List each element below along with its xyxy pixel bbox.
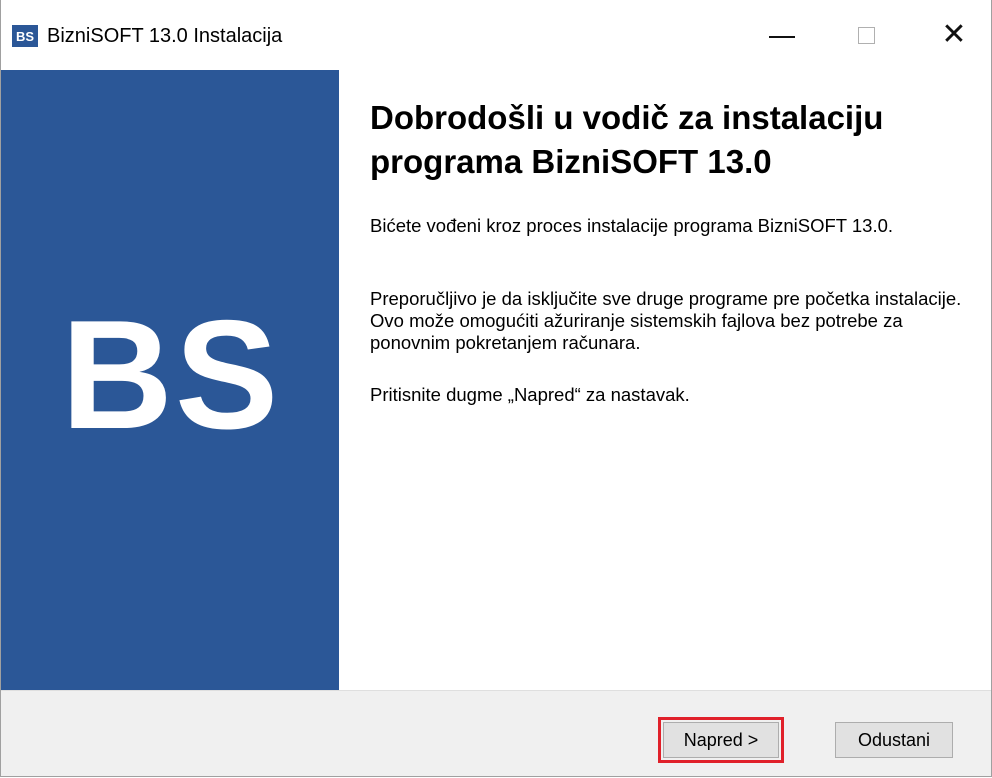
recommendation-text: Preporučljivo je da isključite sve druge… <box>370 288 962 353</box>
minimize-icon <box>769 36 795 38</box>
cancel-button[interactable]: Odustani <box>835 722 953 758</box>
intro-text: Bićete vođeni kroz proces instalacije pr… <box>370 215 894 236</box>
bs-logo: BS <box>61 288 281 461</box>
app-icon: BS <box>12 25 38 47</box>
page-title: Dobrodošli u vodič za instalaciju progra… <box>370 99 884 180</box>
button-bar: Napred > Odustani <box>1 690 991 776</box>
window-title: BizniSOFT 13.0 Instalacija <box>47 25 283 47</box>
maximize-button[interactable] <box>831 0 901 70</box>
next-button[interactable]: Napred > <box>663 722 779 758</box>
sidebar-banner: BS <box>1 70 339 690</box>
title-bar: BS BizniSOFT 13.0 Instalacija ✕ <box>1 0 991 70</box>
minimize-button[interactable] <box>747 0 817 70</box>
installer-window: BS BizniSOFT 13.0 Instalacija ✕ BS Dobro… <box>0 0 992 777</box>
close-button[interactable]: ✕ <box>919 0 989 70</box>
welcome-content: Dobrodošli u vodič za instalaciju progra… <box>339 70 991 690</box>
maximize-icon <box>857 26 875 44</box>
close-icon: ✕ <box>941 17 967 52</box>
instruction-text: Pritisnite dugme „Napred“ za nastavak. <box>370 384 690 405</box>
